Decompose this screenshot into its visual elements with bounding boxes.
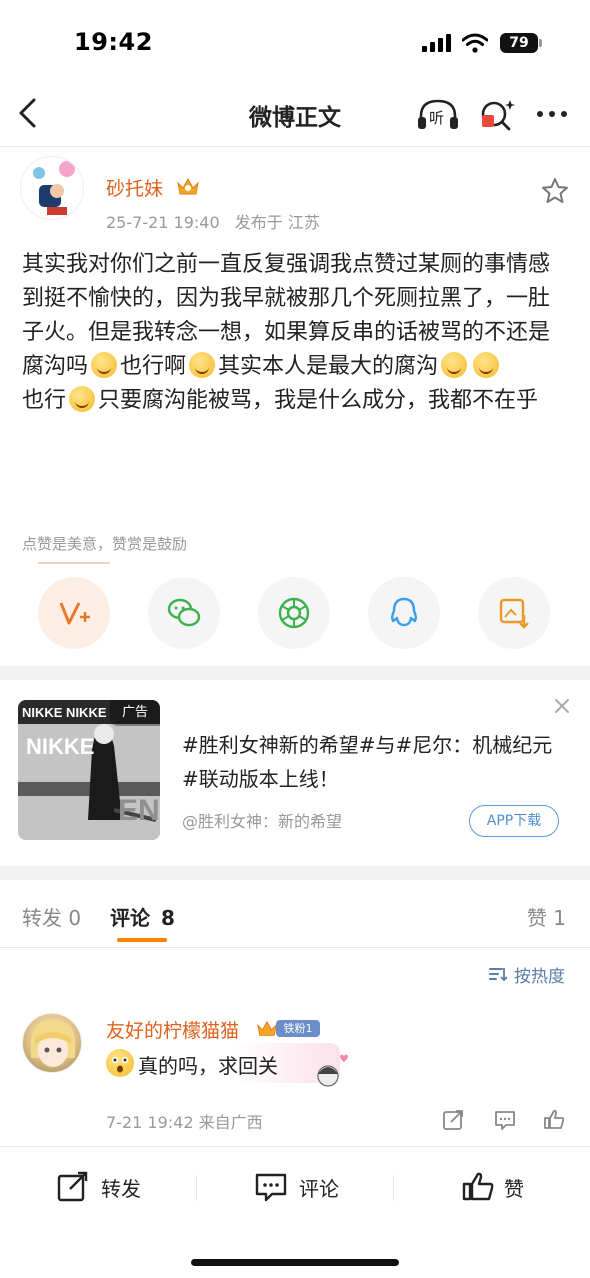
repost-icon [57, 1171, 88, 1202]
bar-divider [196, 1175, 197, 1201]
reward-v-icon [59, 602, 90, 625]
favorite-star-icon[interactable] [540, 176, 570, 206]
image-download-icon [499, 598, 529, 629]
save-image-button[interactable] [478, 577, 550, 649]
author-avatar[interactable] [20, 156, 84, 220]
crown-badge-icon [177, 177, 199, 195]
like-label: 赞 [504, 1177, 524, 1201]
comment-icon [255, 1173, 287, 1202]
status-time: 19:42 [74, 28, 153, 56]
battery-indicator: 79 [500, 33, 538, 53]
fan-badge: 铁粉1 [276, 1020, 320, 1037]
surprised-emoji-icon [106, 1049, 134, 1077]
avatar-image [21, 157, 83, 219]
share-moments-button[interactable] [258, 577, 330, 649]
thumbs-up-icon [462, 1172, 494, 1201]
app-download-button[interactable]: APP下载 [469, 805, 559, 837]
reply-icon[interactable] [493, 1108, 517, 1132]
like-button[interactable]: 赞 [462, 1171, 542, 1205]
grin-emoji-icon [91, 352, 118, 378]
ad-title[interactable]: #胜利女神新的希望#与#尼尔：机械纪元#联动版本上线！ [182, 728, 568, 796]
search-icon[interactable] [474, 96, 518, 134]
comment-label: 评论 [299, 1177, 339, 1201]
chibi-sticker-icon [317, 1054, 348, 1087]
svg-text:EN: EN [118, 794, 160, 827]
reward-hint: 点赞是美意，赞赏是鼓励 [22, 535, 188, 553]
sort-icon [489, 968, 508, 982]
bar-divider [393, 1175, 394, 1201]
commenter-name[interactable]: 友好的柠檬猫猫 [106, 1016, 239, 1043]
like-icon[interactable] [543, 1108, 567, 1132]
tab-comments-label: 评论 [110, 906, 150, 930]
wifi-icon [462, 33, 488, 53]
bottom-bar-divider [0, 1146, 590, 1147]
grin-emoji-icon [69, 386, 96, 412]
svg-text:NIKKE NIKKE: NIKKE NIKKE [22, 705, 107, 720]
post-date: 25-7-21 19:40 [106, 213, 220, 232]
post-meta: 25-7-21 19:40 发布于 江苏 [106, 209, 320, 233]
section-separator [0, 866, 590, 880]
grin-emoji-icon [473, 352, 500, 378]
comment-button[interactable]: 评论 [254, 1171, 364, 1205]
grin-emoji-icon [441, 352, 468, 378]
grin-emoji-icon [189, 352, 216, 378]
section-separator [0, 666, 590, 680]
author-name[interactable]: 砂托妹 [106, 174, 163, 201]
nav-divider [0, 146, 590, 147]
tab-likes[interactable]: 赞 1 [527, 902, 566, 931]
ad-tag: 广告 [110, 700, 160, 726]
repost-button[interactable]: 转发 [56, 1171, 166, 1205]
sort-by-hot-button[interactable]: 按热度 [514, 962, 565, 987]
tab-comments[interactable]: 评论 8 [110, 902, 175, 931]
post-location: 发布于 江苏 [234, 213, 320, 232]
share-qq-button[interactable] [368, 577, 440, 649]
ad-logo-text: NIKKE [26, 734, 95, 759]
commenter-avatar[interactable] [22, 1013, 82, 1073]
wechat-icon [167, 598, 201, 627]
post-text-part: 只要腐沟能被骂，我是什么成分，我都不在乎 [98, 388, 539, 413]
signal-icon [422, 34, 451, 52]
active-tab-indicator [117, 938, 167, 942]
listen-label: 听 [429, 109, 445, 127]
close-icon[interactable] [553, 697, 571, 715]
tab-comments-count: 8 [160, 906, 175, 930]
post-text-part: 也行啊 [120, 354, 187, 379]
reward-underline [38, 562, 110, 564]
qq-icon [391, 597, 417, 627]
post-text: 其实我对你们之前一直反复强调我点赞过某厕的事情感到挺不愉快的，因为我早就被那几个… [22, 248, 570, 418]
tab-divider [0, 947, 590, 948]
more-options-icon[interactable] [532, 96, 576, 134]
ad-source[interactable]: @胜利女神：新的希望 [182, 808, 342, 832]
avatar-image [31, 1020, 75, 1067]
home-indicator [191, 1259, 399, 1266]
moments-icon [278, 597, 310, 629]
crown-badge-icon [257, 1020, 277, 1036]
reward-button[interactable] [38, 577, 110, 649]
post-text-part: 其实本人是最大的腐沟 [218, 354, 439, 379]
comment-meta: 7-21 19:42 来自广西 [106, 1113, 263, 1132]
share-wechat-button[interactable] [148, 577, 220, 649]
repost-label: 转发 [101, 1177, 141, 1201]
comment-text: 真的吗，求回关 [138, 1054, 278, 1078]
post-text-part: 也行 [22, 388, 67, 413]
battery-nub [539, 39, 542, 47]
share-icon[interactable] [441, 1108, 465, 1132]
listen-button[interactable]: 听 [416, 96, 460, 134]
tab-repost[interactable]: 转发 0 [22, 902, 81, 931]
